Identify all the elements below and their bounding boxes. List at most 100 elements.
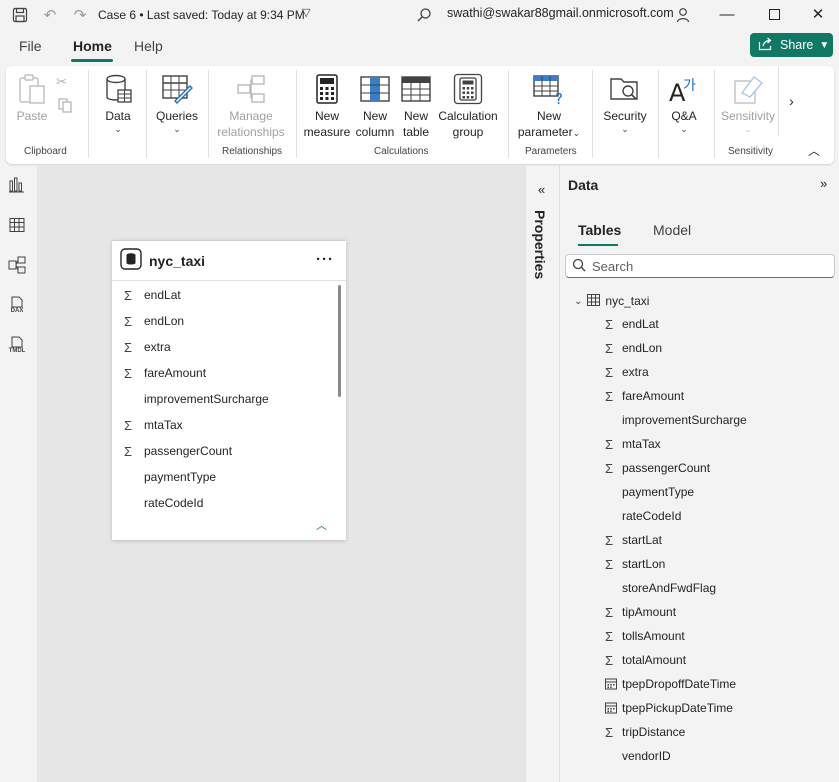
new-table-button[interactable]: New table [399,72,433,140]
ribbon-collapse-button[interactable]: ︿ [808,142,820,159]
tree-field-row[interactable]: ΣfareAmount [605,386,684,406]
calculation-group-button[interactable]: Calculation group [436,72,500,140]
ribbon: Paste ✂ Clipboard Data ⌄ Queries ⌄ Manag… [6,66,834,164]
search-icon[interactable] [414,5,434,25]
card-field-row[interactable]: ΣendLon [124,311,184,331]
card-field-row[interactable]: ΣendLat [124,285,181,305]
copy-icon[interactable] [58,98,72,116]
new-parameter-button[interactable]: ? New parameter⌄ [516,72,582,140]
sigma-icon: Σ [605,436,614,452]
card-field-row[interactable]: rateCodeId [124,493,203,513]
sigma-icon: Σ [605,532,614,548]
card-field-row[interactable]: paymentType [124,467,216,487]
tab-model[interactable]: Model [653,222,691,238]
calendar-icon [605,702,622,714]
card-field-row[interactable]: ΣfareAmount [124,363,206,383]
more-options-icon[interactable]: ··· [316,251,334,268]
collapse-chevron-icon[interactable]: » [820,176,827,191]
sigma-icon: Σ [605,628,614,644]
chevron-down-icon[interactable]: ▽ [302,6,310,19]
sensitivity-button[interactable]: Sensitivity ⌄ [720,72,776,134]
tree-field-label: tripDistance [622,725,686,739]
search-box[interactable] [565,254,835,278]
card-field-row[interactable]: Σextra [124,337,171,357]
undo-icon[interactable]: ↶ [40,5,60,25]
redo-icon[interactable]: ↷ [70,5,90,25]
parameter-icon: ? [533,72,565,106]
card-field-row[interactable]: ΣpassengerCount [124,441,232,461]
tree-field-row[interactable]: ΣendLon [605,338,662,358]
tmdl-label: TMDL [8,348,26,354]
new-measure-button[interactable]: New measure [304,72,350,140]
tree-field-row[interactable]: ΣtripDistance [605,722,685,742]
tree-field-row[interactable]: Σextra [605,362,649,382]
tab-home[interactable]: Home [73,38,112,54]
tree-field-row[interactable]: ΣtotalAmount [605,650,686,670]
account-icon[interactable] [673,5,693,25]
data-button[interactable]: Data ⌄ [100,72,136,134]
tree-field-row[interactable]: tpepPickupDateTime [605,698,733,718]
tree-field-row[interactable]: ΣendLat [605,314,659,334]
tree-field-label: tpepPickupDateTime [622,701,733,715]
tree-field-row[interactable]: vendorID [605,746,671,766]
card-field-row[interactable]: ΣmtaTax [124,415,183,435]
sigma-icon: Σ [605,364,614,380]
ribbon-scroll-right-button[interactable]: › [778,66,804,136]
card-field-label: fareAmount [144,366,207,380]
close-button[interactable]: ✕ [803,3,833,25]
properties-label[interactable]: Properties [532,210,548,279]
sigma-icon: Σ [605,340,614,356]
card-field-row[interactable]: improvementSurcharge [124,389,269,409]
tree-field-row[interactable]: storeAndFwdFlag [605,578,716,598]
tab-file[interactable]: File [19,38,42,54]
properties-pane-collapsed[interactable]: « Properties [525,166,560,782]
table-view-icon[interactable] [6,214,28,236]
expand-chevron-icon[interactable]: « [538,182,545,197]
sigma-icon: Σ [124,313,133,329]
sigma-icon: Σ [605,316,614,332]
tree-field-label: startLon [622,557,666,571]
document-title[interactable]: Case 6 • Last saved: Today at 9:34 PM [98,8,305,22]
tree-field-row[interactable]: paymentType [605,482,694,502]
chevron-down-icon: ⌄ [621,124,629,134]
tree-table-nyc-taxi[interactable]: ⌄ nyc_taxi [574,291,649,311]
maximize-button[interactable] [759,3,789,25]
manage-relationships-button[interactable]: Manage relationships [216,72,286,140]
tree-field-row[interactable]: rateCodeId [605,506,681,526]
tree-field-row[interactable]: ΣstartLat [605,530,662,550]
qa-button[interactable]: A가 Q&A ⌄ [666,72,702,134]
dax-query-view-icon[interactable]: DAX [6,294,28,316]
new-parameter-line1: New [536,109,561,123]
new-column-button[interactable]: New column [354,72,396,140]
table-card-header[interactable]: nyc_taxi [112,241,346,281]
tree-field-row[interactable]: improvementSurcharge [605,410,747,430]
tree-field-row[interactable]: ΣpassengerCount [605,458,710,478]
calc-group-line2: group [452,125,484,139]
calculation-group-icon [452,72,484,106]
paste-button[interactable]: Paste [16,72,48,124]
tree-field-row[interactable]: ΣstartLon [605,554,665,574]
cut-icon[interactable]: ✂ [56,74,67,90]
search-input[interactable] [592,258,822,274]
tab-tables[interactable]: Tables [578,222,621,238]
table-card-nyc-taxi[interactable]: nyc_taxi ··· ΣendLat ΣendLon Σextra ΣfareAm… [112,240,346,540]
save-icon[interactable] [10,5,30,25]
minimize-button[interactable]: — [712,3,742,25]
tree-field-row[interactable]: ΣtipAmount [605,602,676,622]
queries-button[interactable]: Queries ⌄ [154,72,200,134]
tab-help[interactable]: Help [134,38,163,54]
tree-field-row[interactable]: tpepDropoffDateTime [605,674,736,694]
share-button[interactable]: Share ▼ [750,33,833,57]
chevron-down-icon[interactable]: ⌄ [574,296,582,307]
security-button[interactable]: Security ⌄ [600,72,650,134]
ribbon-separator [296,70,297,158]
model-canvas[interactable]: nyc_taxi ··· ΣendLat ΣendLon Σextra ΣfareAm… [37,166,525,782]
tree-field-row[interactable]: ΣmtaTax [605,434,661,454]
tree-field-row[interactable]: ΣtollsAmount [605,626,685,646]
chevron-up-icon[interactable]: ︿ [316,517,327,533]
model-view-icon[interactable] [6,254,28,276]
tmdl-view-icon[interactable]: TMDL [6,334,28,356]
card-scrollbar[interactable] [338,285,341,397]
user-account-email[interactable]: swathi@swakar88gmail.onmicrosoft.com [447,6,674,20]
report-view-icon[interactable] [6,174,28,196]
